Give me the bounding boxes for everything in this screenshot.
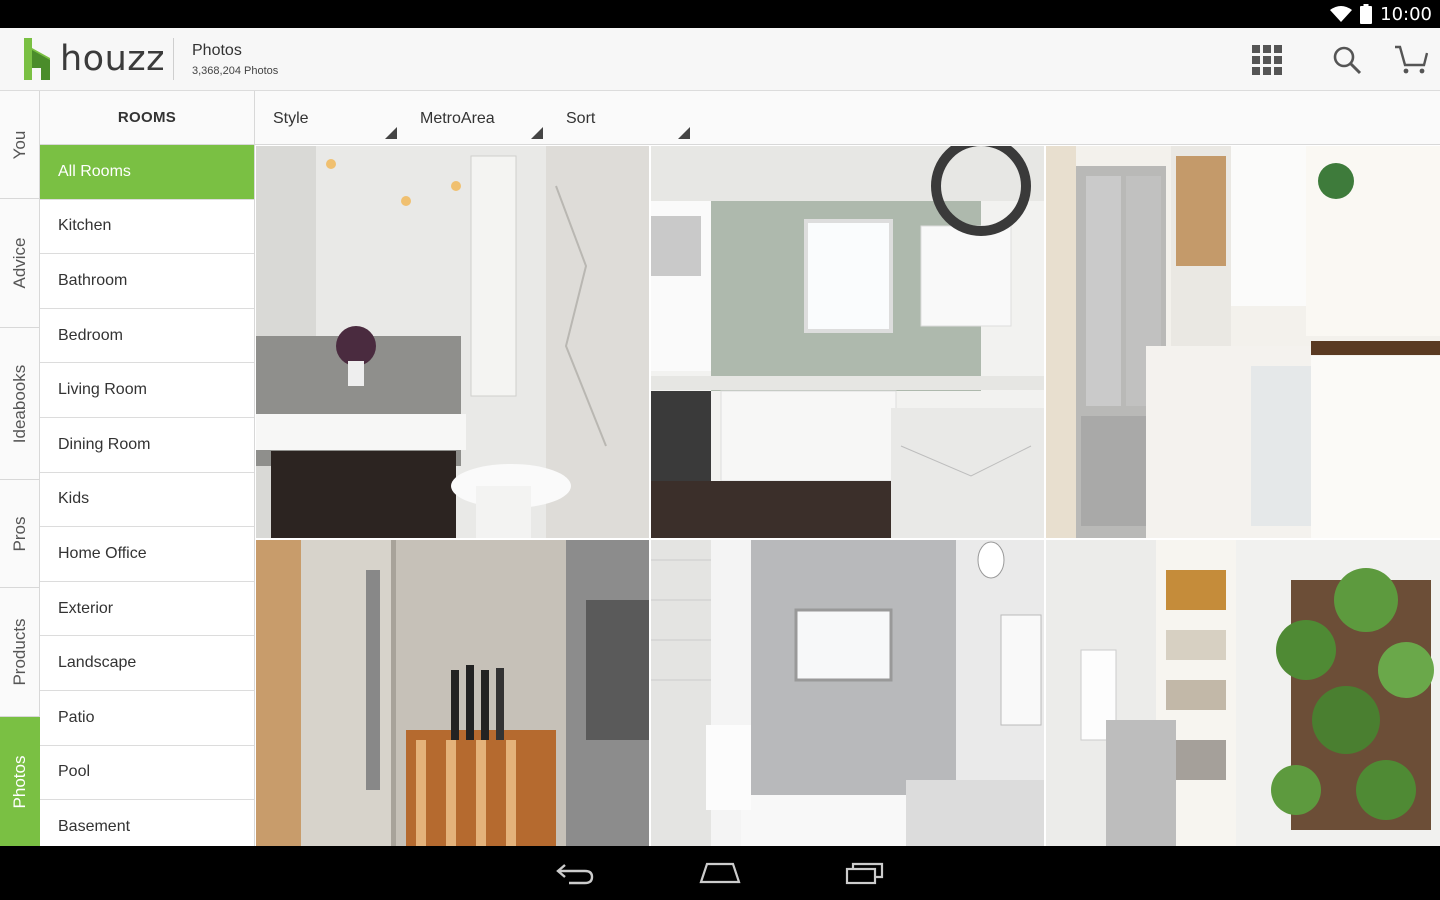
tab-you[interactable]: You: [0, 91, 40, 199]
tab-advice[interactable]: Advice: [0, 199, 40, 328]
recents-button[interactable]: [835, 858, 895, 888]
tab-label: Pros: [10, 516, 29, 551]
room-item-patio[interactable]: Patio: [40, 691, 254, 746]
dropdown-arrow-icon: [385, 127, 397, 139]
battery-icon: [1360, 4, 1373, 24]
photo-count: 3,368,204 Photos: [192, 65, 279, 77]
photo-white-kitchen: [651, 146, 1044, 538]
home-icon: [699, 862, 741, 884]
app-header: houzz Photos 3,368,204 Photos: [0, 28, 1440, 91]
back-button[interactable]: [545, 858, 605, 888]
cart-icon: [1395, 45, 1428, 74]
photo-kitchen-fridge-organizer: [1046, 146, 1440, 538]
photo-tile[interactable]: [1046, 540, 1440, 846]
filter-bar: Style MetroArea Sort: [255, 91, 1440, 145]
tab-ideabooks[interactable]: Ideabooks: [0, 328, 40, 480]
tab-label: You: [10, 130, 29, 159]
room-item-basement[interactable]: Basement: [40, 800, 254, 846]
recents-icon: [845, 862, 884, 885]
room-item-kids[interactable]: Kids: [40, 473, 254, 528]
room-item-bathroom[interactable]: Bathroom: [40, 254, 254, 309]
room-item-dining-room[interactable]: Dining Room: [40, 418, 254, 473]
sort-dropdown[interactable]: Sort: [566, 91, 690, 145]
houzz-logo-icon: [24, 38, 50, 80]
tab-label: Ideabooks: [10, 364, 29, 443]
photo-tile[interactable]: [1046, 146, 1440, 538]
room-item-home-office[interactable]: Home Office: [40, 527, 254, 582]
section-tabs: You Advice Ideabooks Pros Products Photo…: [0, 91, 40, 846]
room-item-all-rooms[interactable]: All Rooms: [40, 145, 254, 200]
rooms-list: ROOMS All Rooms Kitchen Bathroom Bedroom…: [40, 91, 255, 846]
tab-label: Advice: [10, 237, 29, 289]
photo-bathroom-vanity: [256, 146, 649, 538]
photo-marble-bathroom: [651, 540, 1044, 846]
tab-pros[interactable]: Pros: [0, 480, 40, 588]
back-icon: [556, 864, 594, 885]
photo-knife-block-cabinet: [256, 540, 649, 846]
clock: 10:00: [1380, 3, 1432, 25]
filter-label: Style: [273, 110, 309, 127]
page-title: Photos: [192, 42, 242, 59]
status-bar: 10:00: [0, 0, 1440, 28]
style-dropdown[interactable]: Style: [273, 91, 397, 145]
tab-label: Products: [10, 618, 29, 686]
tab-photos[interactable]: Photos: [0, 717, 40, 846]
grid-view-button[interactable]: [1249, 42, 1285, 78]
room-item-kitchen[interactable]: Kitchen: [40, 200, 254, 255]
grid-view-icon: [1252, 45, 1282, 75]
metroarea-dropdown[interactable]: MetroArea: [420, 91, 543, 145]
photo-tile[interactable]: [651, 146, 1044, 538]
room-item-bedroom[interactable]: Bedroom: [40, 309, 254, 364]
photo-pantry-herb-wall: [1046, 540, 1440, 846]
rooms-heading: ROOMS: [40, 91, 254, 145]
system-nav-bar: [0, 846, 1440, 900]
room-item-pool[interactable]: Pool: [40, 746, 254, 801]
dropdown-arrow-icon: [678, 127, 690, 139]
room-item-landscape[interactable]: Landscape: [40, 636, 254, 691]
filter-label: Sort: [566, 110, 596, 127]
photo-grid: [256, 146, 1440, 846]
room-item-living-room[interactable]: Living Room: [40, 363, 254, 418]
search-icon: [1333, 46, 1362, 75]
logo-wordmark: houzz: [60, 39, 166, 79]
home-button[interactable]: [690, 858, 750, 888]
tab-label: Photos: [10, 755, 29, 808]
houzz-logo[interactable]: houzz: [24, 38, 165, 80]
photo-tile[interactable]: [651, 540, 1044, 846]
tab-products[interactable]: Products: [0, 588, 40, 717]
cart-button[interactable]: [1393, 42, 1429, 78]
dropdown-arrow-icon: [531, 127, 543, 139]
photo-tile[interactable]: [256, 146, 649, 538]
filter-label: MetroArea: [420, 110, 495, 127]
header-divider: [173, 38, 174, 80]
wifi-icon: [1330, 6, 1353, 22]
room-item-exterior[interactable]: Exterior: [40, 582, 254, 637]
search-button[interactable]: [1329, 42, 1365, 78]
photo-tile[interactable]: [256, 540, 649, 846]
